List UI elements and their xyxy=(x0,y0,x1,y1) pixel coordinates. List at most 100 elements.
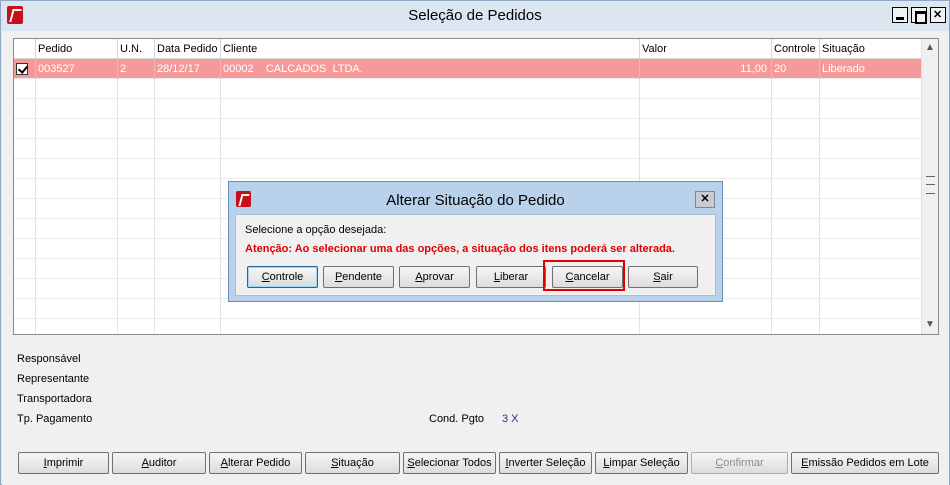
imprimir-button[interactable]: Imprimir xyxy=(18,452,109,474)
dialog-close-icon[interactable]: ✕ xyxy=(695,191,715,208)
dialog-title: Alterar Situação do Pedido xyxy=(386,192,565,209)
empty-cell xyxy=(118,199,155,219)
cell-valor: 11,00 xyxy=(640,59,772,79)
empty-cell xyxy=(820,79,922,99)
empty-cell xyxy=(772,79,820,99)
empty-cell xyxy=(772,299,820,319)
limpar-selecao-button[interactable]: Limpar Seleção xyxy=(595,452,688,474)
grid-scrollbar[interactable]: ▲ ▼ xyxy=(921,39,938,334)
empty-table-row xyxy=(14,99,922,119)
aprovar-button[interactable]: Aprovar xyxy=(399,266,470,288)
empty-cell xyxy=(155,119,221,139)
empty-cell xyxy=(221,79,640,99)
empty-cell xyxy=(772,319,820,334)
row-check-cell[interactable] xyxy=(14,59,36,79)
empty-cell xyxy=(640,139,772,159)
cell-un: 2 xyxy=(118,59,155,79)
empty-cell xyxy=(820,299,922,319)
alterar-situacao-dialog: Alterar Situação do Pedido ✕ Selecione a… xyxy=(228,181,723,302)
header-controle[interactable]: Controle xyxy=(772,39,820,59)
header-valor[interactable]: Valor xyxy=(640,39,772,59)
empty-cell xyxy=(14,159,36,179)
empty-table-row xyxy=(14,139,922,159)
empty-cell xyxy=(772,99,820,119)
empty-cell xyxy=(820,139,922,159)
empty-table-row xyxy=(14,79,922,99)
empty-cell xyxy=(118,299,155,319)
scroll-up-icon[interactable]: ▲ xyxy=(925,43,935,53)
emissao-pedidos-button[interactable]: Emissão Pedidos em Lote xyxy=(791,452,939,474)
header-check xyxy=(14,39,36,59)
empty-cell xyxy=(155,99,221,119)
table-row[interactable]: 003527 2 28/12/17 00002 CALCADOS LTDA. 1… xyxy=(14,59,922,79)
liberar-button[interactable]: Liberar xyxy=(476,266,546,288)
empty-cell xyxy=(14,219,36,239)
empty-cell xyxy=(820,319,922,334)
empty-cell xyxy=(221,99,640,119)
situacao-button[interactable]: Situação xyxy=(305,452,400,474)
empty-cell xyxy=(640,119,772,139)
minimize-icon[interactable] xyxy=(892,7,908,23)
empty-cell xyxy=(155,179,221,199)
empty-cell xyxy=(640,319,772,334)
empty-cell xyxy=(820,179,922,199)
header-pedido[interactable]: Pedido xyxy=(36,39,118,59)
cell-data: 28/12/17 xyxy=(155,59,221,79)
checkbox-checked-icon[interactable] xyxy=(16,63,28,75)
empty-cell xyxy=(155,259,221,279)
auditor-button[interactable]: Auditor xyxy=(112,452,206,474)
empty-cell xyxy=(820,119,922,139)
empty-cell xyxy=(36,319,118,334)
scroll-down-icon[interactable]: ▼ xyxy=(925,320,935,330)
header-data[interactable]: Data Pedido xyxy=(155,39,221,59)
empty-cell xyxy=(14,239,36,259)
controle-button[interactable]: Controle xyxy=(247,266,318,288)
empty-cell xyxy=(36,239,118,259)
empty-cell xyxy=(36,279,118,299)
empty-cell xyxy=(221,139,640,159)
empty-table-row xyxy=(14,299,922,319)
empty-cell xyxy=(118,319,155,334)
empty-cell xyxy=(14,259,36,279)
empty-cell xyxy=(221,299,640,319)
empty-cell xyxy=(118,119,155,139)
window-title: Seleção de Pedidos xyxy=(408,7,542,24)
dialog-prompt: Selecione a opção desejada: xyxy=(245,224,387,236)
empty-cell xyxy=(772,259,820,279)
header-cliente[interactable]: Cliente xyxy=(221,39,640,59)
empty-cell xyxy=(118,179,155,199)
selecionar-todos-button[interactable]: Selecionar Todos xyxy=(403,452,496,474)
alterar-pedido-button[interactable]: Alterar Pedido xyxy=(209,452,302,474)
empty-cell xyxy=(155,299,221,319)
empty-cell xyxy=(640,99,772,119)
empty-cell xyxy=(820,239,922,259)
empty-cell xyxy=(14,119,36,139)
representante-label: Representante xyxy=(17,373,90,385)
empty-cell xyxy=(155,279,221,299)
header-situacao[interactable]: Situação xyxy=(820,39,922,59)
empty-cell xyxy=(118,219,155,239)
header-un[interactable]: U.N. xyxy=(118,39,155,59)
confirmar-button[interactable]: Confirmar xyxy=(691,452,788,474)
sair-button[interactable]: Sair xyxy=(628,266,698,288)
scroll-thumb[interactable] xyxy=(926,176,935,194)
empty-cell xyxy=(820,219,922,239)
tp-pagamento-label: Tp. Pagamento xyxy=(17,413,93,425)
empty-cell xyxy=(36,139,118,159)
empty-cell xyxy=(14,319,36,334)
pendente-button[interactable]: Pendente xyxy=(323,266,394,288)
empty-table-row xyxy=(14,319,922,334)
close-icon[interactable] xyxy=(930,7,946,23)
empty-cell xyxy=(155,79,221,99)
empty-cell xyxy=(14,279,36,299)
empty-cell xyxy=(155,319,221,334)
empty-cell xyxy=(36,299,118,319)
inverter-selecao-button[interactable]: Inverter Seleção xyxy=(499,452,592,474)
empty-cell xyxy=(221,119,640,139)
empty-cell xyxy=(820,159,922,179)
maximize-icon[interactable] xyxy=(911,7,927,24)
cell-situacao: Liberado xyxy=(820,59,922,79)
empty-cell xyxy=(772,139,820,159)
empty-cell xyxy=(772,219,820,239)
empty-cell xyxy=(640,299,772,319)
